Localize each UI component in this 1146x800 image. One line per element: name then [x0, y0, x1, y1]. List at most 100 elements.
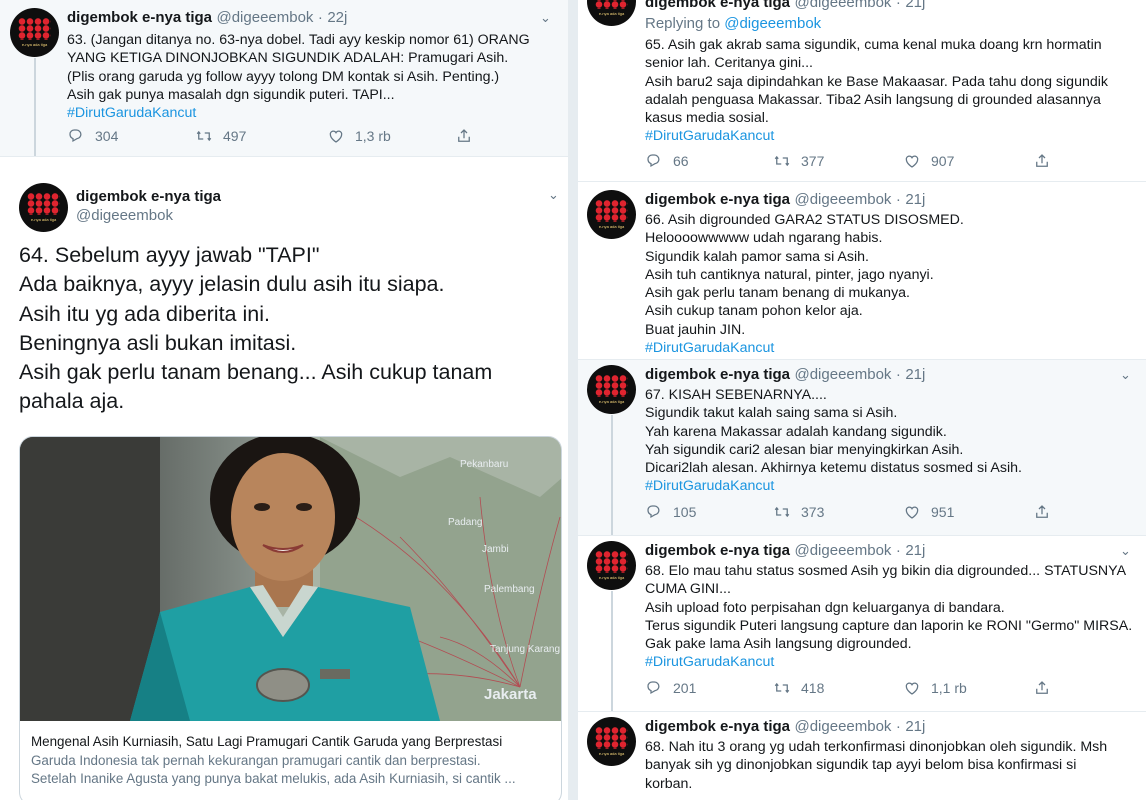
user-name[interactable]: digembok e-nya tiga — [645, 366, 790, 383]
tweet-65[interactable]: e-nya ada tiga digembok e-nya tiga @dige… — [578, 0, 1146, 182]
hashtag-link[interactable]: #DirutGarudaKancut — [645, 339, 964, 357]
thread-line — [34, 58, 36, 156]
svg-text:Pekanbaru: Pekanbaru — [460, 459, 508, 470]
user-handle[interactable]: @digeeembok — [76, 207, 173, 224]
user-name[interactable]: digembok e-nya tiga — [645, 718, 790, 735]
replying-to-link[interactable]: @digeeembok — [724, 15, 821, 32]
hashtag-link[interactable]: #DirutGarudaKancut — [645, 653, 1132, 671]
tweet-text: 68. Nah itu 3 orang yg udah terkonfirmas… — [645, 739, 1108, 792]
retweet-button[interactable]: 373 — [773, 503, 824, 521]
avatar[interactable]: e-nya ada tiga — [19, 183, 68, 232]
reply-button[interactable]: 66 — [645, 152, 689, 170]
tweet-actions: 304 497 1,3 rb — [67, 127, 487, 147]
reply-icon — [647, 681, 660, 694]
tweet-time[interactable]: 21j — [905, 366, 925, 383]
tweet-actions: 201 418 1,1 rb — [645, 679, 1065, 699]
user-name[interactable]: digembok e-nya tiga — [76, 188, 221, 205]
share-button[interactable] — [1033, 152, 1051, 170]
hashtag-link[interactable]: #DirutGarudaKancut — [645, 127, 1108, 145]
reply-icon — [647, 505, 660, 518]
chevron-down-icon[interactable]: ⌄ — [548, 187, 559, 203]
retweet-icon — [774, 507, 790, 517]
reply-icon — [647, 154, 660, 167]
avatar[interactable]: e-nya ada tiga — [587, 365, 636, 414]
card-description: Garuda Indonesia tak pernah kekurangan p… — [31, 752, 481, 768]
tweet-text: 64. Sebelum ayyy jawab "TAPI" Ada baikny… — [19, 243, 493, 414]
retweet-icon — [196, 131, 212, 141]
heart-icon — [905, 506, 919, 519]
svg-text:Jambi: Jambi — [482, 544, 509, 555]
share-icon — [458, 129, 470, 142]
tweet-time[interactable]: 21j — [905, 191, 925, 208]
reply-button[interactable]: 105 — [645, 503, 696, 521]
share-icon — [1036, 154, 1048, 167]
retweet-button[interactable]: 418 — [773, 679, 824, 697]
user-handle[interactable]: @digeeembok — [216, 9, 313, 26]
avatar[interactable]: e-nya ada tiga — [587, 717, 636, 766]
hashtag-link[interactable]: #DirutGarudaKancut — [645, 477, 1022, 495]
tweet-66[interactable]: e-nya ada tiga digembok e-nya tiga @dige… — [578, 182, 1146, 360]
tweet-actions: 66 377 907 — [645, 152, 1065, 172]
tweet-actions: 105 373 951 — [645, 503, 1065, 523]
thread-line — [611, 415, 613, 535]
svg-text:Jakarta: Jakarta — [484, 686, 537, 703]
heart-icon — [905, 682, 919, 695]
retweet-icon — [774, 156, 790, 166]
like-button[interactable]: 1,1 rb — [903, 679, 967, 697]
heart-icon — [905, 155, 919, 168]
user-name[interactable]: digembok e-nya tiga — [645, 542, 790, 559]
user-handle[interactable]: @digeeembok — [794, 366, 891, 383]
reply-button[interactable]: 201 — [645, 679, 696, 697]
card-title[interactable]: Mengenal Asih Kurniasih, Satu Lagi Pramu… — [31, 733, 551, 752]
tweet-time[interactable]: 21j — [905, 542, 925, 559]
avatar[interactable]: e-nya ada tiga — [587, 0, 636, 26]
avatar[interactable]: e-nya ada tiga — [10, 8, 59, 57]
card-description: Setelah Inanike Agusta yang punya bakat … — [31, 771, 516, 786]
tweet-63[interactable]: e-nya ada tiga digembok e-nya tiga @dige… — [0, 0, 568, 157]
user-name[interactable]: digembok e-nya tiga — [645, 0, 790, 11]
heart-icon — [329, 130, 343, 143]
share-button[interactable] — [455, 127, 473, 145]
tweet-time[interactable]: 22j — [327, 9, 347, 26]
user-handle[interactable]: @digeeembok — [794, 0, 891, 11]
link-card[interactable]: Pekanbaru Padang Jambi Palembang Tanjung… — [19, 436, 562, 800]
share-button[interactable] — [1033, 503, 1051, 521]
user-name[interactable]: digembok e-nya tiga — [645, 191, 790, 208]
replying-to-label: Replying to — [645, 15, 721, 32]
tweet-67[interactable]: e-nya ada tiga digembok e-nya tiga @dige… — [578, 360, 1146, 536]
chevron-down-icon[interactable]: ⌄ — [540, 10, 551, 26]
retweet-button[interactable]: 377 — [773, 152, 824, 170]
tweet-time[interactable]: 21j — [905, 0, 925, 11]
thread-line — [611, 591, 613, 711]
left-timeline: e-nya ada tiga digembok e-nya tiga @dige… — [0, 0, 568, 800]
hashtag-link[interactable]: #DirutGarudaKancut — [67, 104, 530, 122]
like-button[interactable]: 907 — [903, 152, 954, 170]
like-button[interactable]: 1,3 rb — [327, 127, 391, 145]
tweet-time[interactable]: 21j — [905, 718, 925, 735]
share-button[interactable] — [1033, 679, 1051, 697]
reply-button[interactable]: 304 — [67, 127, 118, 145]
tweet-68[interactable]: e-nya ada tiga digembok e-nya tiga @dige… — [578, 536, 1146, 712]
retweet-button[interactable]: 497 — [195, 127, 246, 145]
reply-icon — [69, 129, 82, 142]
retweet-icon — [774, 683, 790, 693]
avatar[interactable]: e-nya ada tiga — [587, 541, 636, 590]
user-handle[interactable]: @digeeembok — [794, 542, 891, 559]
tweet-68-second[interactable]: e-nya ada tiga digembok e-nya tiga @dige… — [578, 712, 1146, 800]
share-icon — [1036, 681, 1048, 694]
user-name[interactable]: digembok e-nya tiga — [67, 9, 212, 26]
user-handle[interactable]: @digeeembok — [794, 191, 891, 208]
tweet-text: 63. (Jangan ditanya no. 63-nya dobel. Ta… — [67, 32, 530, 122]
tweet-text: 65. Asih gak akrab sama sigundik, cuma k… — [645, 37, 1108, 145]
svg-text:Padang: Padang — [448, 517, 482, 528]
card-image[interactable]: Pekanbaru Padang Jambi Palembang Tanjung… — [20, 437, 561, 721]
chevron-down-icon[interactable]: ⌄ — [1120, 543, 1131, 559]
svg-text:Tanjung Karang: Tanjung Karang — [490, 644, 560, 655]
like-button[interactable]: 951 — [903, 503, 954, 521]
tweet-text: 68. Elo mau tahu status sosmed Asih yg b… — [645, 563, 1133, 671]
flight-attendant-photo: Pekanbaru Padang Jambi Palembang Tanjung… — [20, 437, 561, 721]
card-meta: Mengenal Asih Kurniasih, Satu Lagi Pramu… — [31, 733, 551, 789]
user-handle[interactable]: @digeeembok — [794, 718, 891, 735]
chevron-down-icon[interactable]: ⌄ — [1120, 367, 1131, 383]
avatar[interactable]: e-nya ada tiga — [587, 190, 636, 239]
